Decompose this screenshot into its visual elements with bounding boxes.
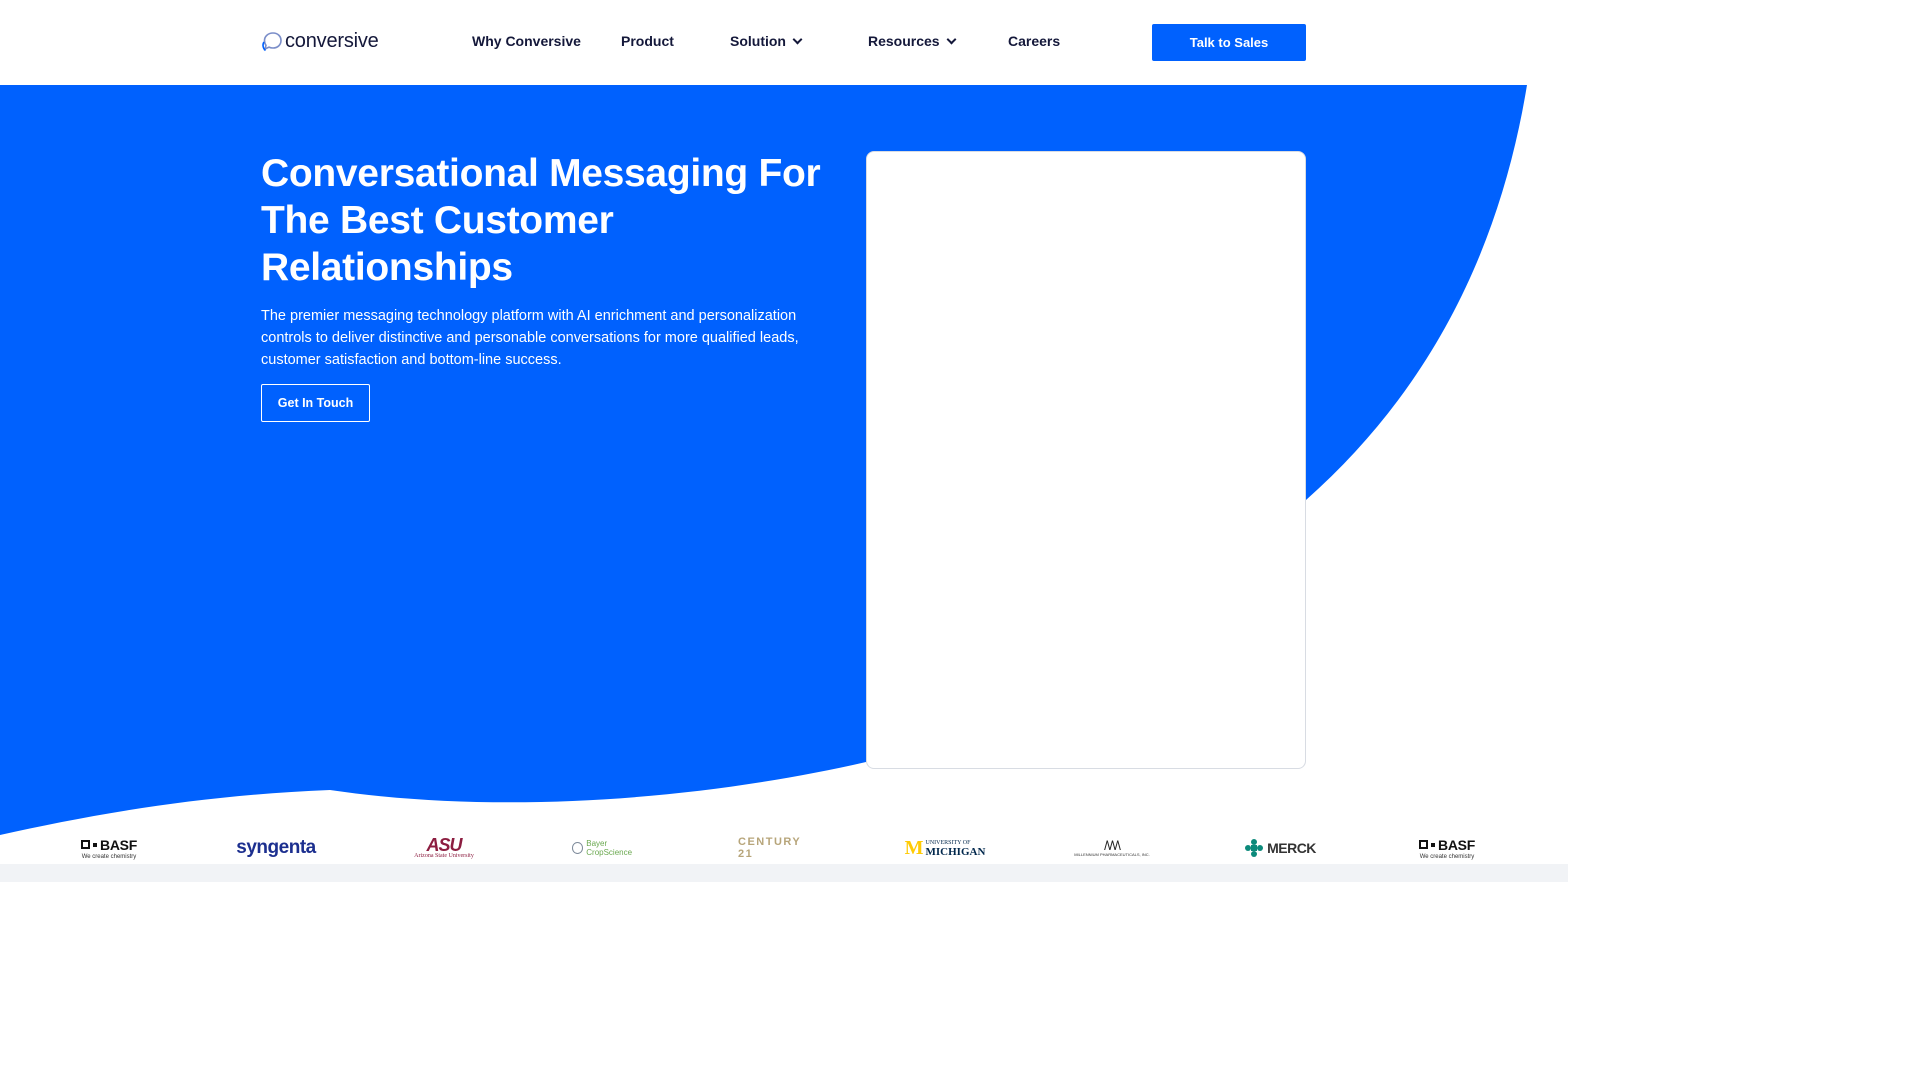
merck-emblem-icon: [1245, 839, 1264, 857]
syngenta-logo: syngenta: [236, 832, 316, 864]
basf-tagline: We create chemistry: [81, 853, 137, 860]
hero-subtitle: The premier messaging technology platfor…: [261, 308, 799, 368]
nav-label: Careers: [1008, 33, 1061, 49]
chevron-down-icon: [946, 34, 957, 44]
asu-name: ASU: [426, 835, 462, 855]
nav-solution[interactable]: Solution: [730, 33, 803, 49]
nav-label: Product: [621, 33, 674, 49]
brand-logo[interactable]: conversive: [261, 30, 379, 53]
century21-logo: CENTURY 21: [738, 832, 818, 864]
nav-label: Resources: [868, 33, 940, 49]
umich-bottom: MICHIGAN: [925, 846, 986, 858]
basf-name: BASF: [100, 836, 137, 853]
nav-product[interactable]: Product: [621, 33, 674, 49]
bayer-cropscience-logo: Bayer CropScience: [572, 832, 650, 864]
asu-logo: ASU Arizona State University: [406, 832, 482, 864]
block-m-icon: M: [904, 836, 924, 859]
asu-tagline: Arizona State University: [414, 853, 474, 859]
chat-bubble-logo-icon: [262, 31, 282, 51]
nav-label: Why Conversive: [472, 33, 581, 49]
basf-name: BASF: [1438, 836, 1475, 853]
basf-logo: BASF We create chemistry: [77, 832, 141, 864]
bayer-cross-icon: [572, 842, 584, 854]
contact-form-card[interactable]: [866, 151, 1306, 769]
nav-label: Solution: [730, 33, 786, 49]
hero-title: Conversational Messaging For The Best Cu…: [261, 152, 821, 289]
university-of-michigan-logo: M UNIVERSITY OF MICHIGAN: [904, 832, 986, 864]
brand-name: conversive: [285, 30, 379, 52]
nav-why-conversive[interactable]: Why Conversive: [472, 33, 581, 49]
hero-background: [0, 85, 1527, 835]
nav-careers[interactable]: Careers: [1008, 33, 1060, 49]
basf-tagline: We create chemistry: [1419, 853, 1475, 860]
basf-logo-repeat: BASF We create chemistry: [1414, 832, 1480, 864]
merck-logo: MERCK: [1244, 832, 1316, 864]
next-section-strip: [0, 864, 1568, 882]
nav-resources[interactable]: Resources: [868, 33, 957, 49]
millennium-mark-icon: /\/\/\: [1104, 837, 1121, 853]
page: conversive Why Conversive Product Soluti…: [0, 0, 1568, 882]
millennium-name: MILLENNIUM PHARMACEUTICALS, INC.: [1074, 851, 1150, 857]
century21-name: CENTURY 21: [738, 836, 802, 860]
talk-to-sales-button[interactable]: Talk to Sales: [1152, 24, 1306, 61]
merck-name: MERCK: [1267, 840, 1316, 856]
chevron-down-icon: [792, 34, 803, 44]
client-logos-strip: BASF We create chemistry syngenta ASU Ar…: [0, 832, 1568, 864]
millennium-logo: /\/\/\ MILLENNIUM PHARMACEUTICALS, INC.: [1072, 832, 1152, 864]
get-in-touch-button[interactable]: Get In Touch: [261, 384, 370, 422]
site-header: conversive Why Conversive Product Soluti…: [0, 0, 1568, 85]
syngenta-name: syngenta: [236, 837, 316, 858]
bayer-name: Bayer CropScience: [586, 839, 633, 857]
